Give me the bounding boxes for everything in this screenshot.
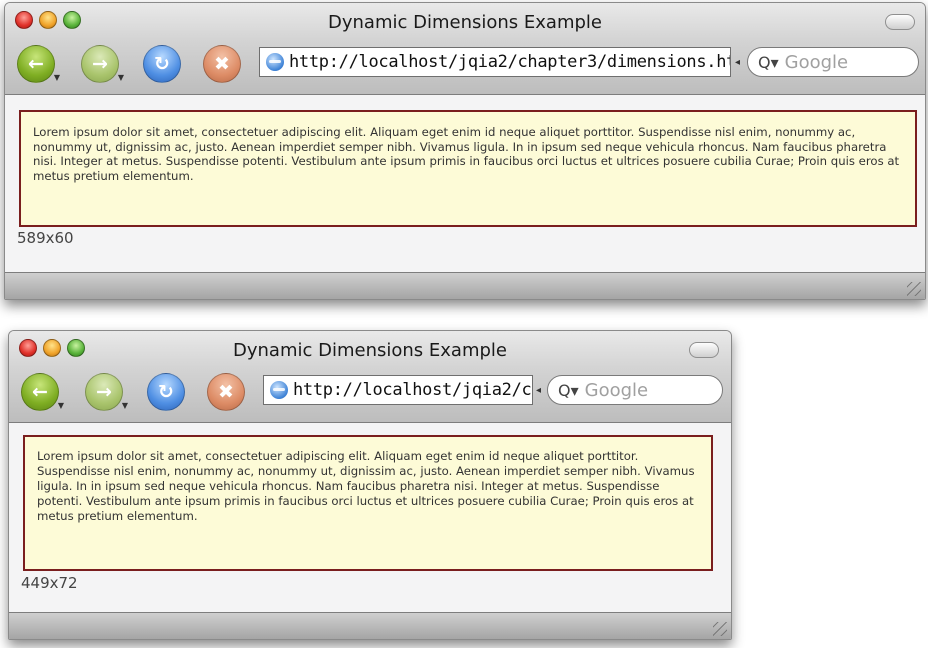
browser-window-wide: Dynamic Dimensions Example ← ▼ → ▼ ↻ ✖ h…: [4, 2, 926, 300]
forward-button[interactable]: → ▼: [85, 373, 128, 411]
magnifier-icon: Q▾: [758, 52, 779, 72]
reload-icon: ↻: [158, 380, 174, 403]
stop-button[interactable]: ✖: [207, 373, 245, 411]
forward-button[interactable]: → ▼: [81, 45, 124, 83]
forward-history-arrow-icon: ▼: [117, 73, 124, 82]
address-bar[interactable]: http://localhost/jqia2/cha: [263, 375, 533, 405]
back-button[interactable]: ← ▼: [17, 45, 60, 83]
back-arrow-icon: ←: [32, 380, 48, 403]
search-field[interactable]: Q▾ Google: [547, 375, 723, 405]
reload-button[interactable]: ↻: [147, 373, 185, 411]
forward-history-arrow-icon: ▼: [121, 401, 128, 410]
stop-icon: ✖: [218, 380, 234, 403]
stop-icon: ✖: [214, 52, 230, 75]
forward-arrow-icon: →: [96, 380, 112, 403]
dimensions-readout: 449x72: [21, 574, 78, 592]
page-content: Lorem ipsum dolor sit amet, consectetuer…: [5, 95, 925, 273]
forward-arrow-icon: →: [92, 52, 108, 75]
reload-icon: ↻: [154, 52, 170, 75]
magnifier-icon: Q▾: [558, 380, 579, 400]
address-bar[interactable]: http://localhost/jqia2/chapter3/dimensio…: [259, 47, 731, 77]
address-dropdown-icon[interactable]: ◂: [735, 57, 740, 68]
page-content: Lorem ipsum dolor sit amet, consectetuer…: [9, 423, 731, 613]
dimensions-readout: 589x60: [17, 229, 74, 247]
back-arrow-icon: ←: [28, 52, 44, 75]
search-placeholder: Google: [784, 51, 849, 73]
status-bar: [9, 612, 731, 639]
browser-toolbar: ← ▼ → ▼ ↻ ✖ http://localhost/jqia2/cha ◂…: [17, 371, 723, 413]
search-placeholder: Google: [584, 379, 649, 401]
address-dropdown-icon[interactable]: ◂: [536, 385, 541, 396]
window-titlebar: Dynamic Dimensions Example ← ▼ → ▼ ↻ ✖ h…: [9, 331, 731, 423]
globe-icon: [270, 381, 288, 399]
window-titlebar: Dynamic Dimensions Example ← ▼ → ▼ ↻ ✖ h…: [5, 3, 925, 95]
address-url: http://localhost/jqia2/chapter3/dimensio…: [289, 52, 731, 72]
back-button[interactable]: ← ▼: [21, 373, 64, 411]
window-title: Dynamic Dimensions Example: [328, 12, 602, 33]
window-title: Dynamic Dimensions Example: [233, 340, 507, 361]
globe-icon: [266, 53, 284, 71]
stop-button[interactable]: ✖: [203, 45, 241, 83]
status-bar: [5, 272, 925, 299]
back-history-arrow-icon: ▼: [53, 73, 60, 82]
resizable-text-box: Lorem ipsum dolor sit amet, consectetuer…: [19, 110, 917, 227]
toolbar-toggle-button[interactable]: [689, 342, 719, 358]
toolbar-toggle-button[interactable]: [885, 14, 915, 30]
address-url: http://localhost/jqia2/cha: [293, 380, 533, 400]
browser-toolbar: ← ▼ → ▼ ↻ ✖ http://localhost/jqia2/chapt…: [13, 43, 919, 85]
back-history-arrow-icon: ▼: [57, 401, 64, 410]
resize-grip-icon[interactable]: [713, 622, 727, 636]
resize-grip-icon[interactable]: [907, 282, 921, 296]
search-field[interactable]: Q▾ Google: [747, 47, 919, 77]
browser-window-narrow: Dynamic Dimensions Example ← ▼ → ▼ ↻ ✖ h…: [8, 330, 732, 640]
reload-button[interactable]: ↻: [143, 45, 181, 83]
resizable-text-box: Lorem ipsum dolor sit amet, consectetuer…: [23, 435, 713, 571]
